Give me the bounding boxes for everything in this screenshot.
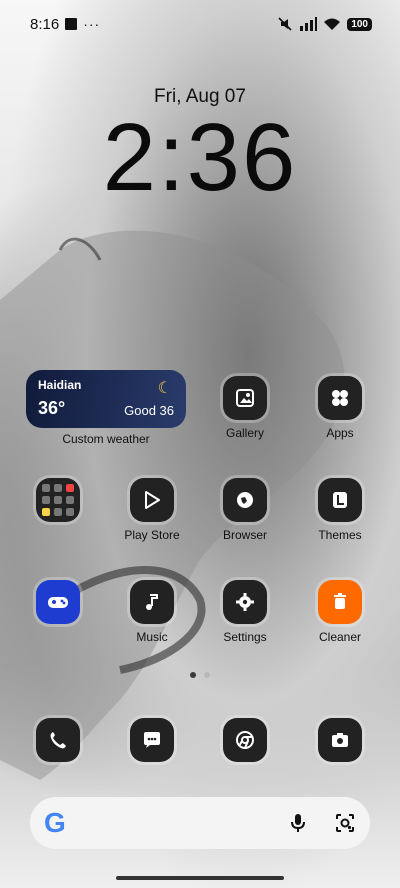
dock-phone[interactable] xyxy=(13,718,103,762)
more-notifications-icon: ··· xyxy=(83,16,101,32)
app-settings[interactable]: Settings xyxy=(200,580,290,644)
app-label: Gallery xyxy=(225,426,264,440)
lock-clock: 2:36 xyxy=(102,104,298,211)
app-play-store[interactable]: Play Store xyxy=(107,478,197,542)
app-music[interactable]: Music xyxy=(107,580,197,644)
status-bar: 8:16 ··· 100 xyxy=(30,14,372,34)
dock-messages[interactable] xyxy=(107,718,197,762)
microphone-icon[interactable] xyxy=(288,812,308,834)
dock-chrome[interactable] xyxy=(200,718,290,762)
trash-icon xyxy=(318,580,362,624)
page-dot-active xyxy=(190,672,196,678)
app-label: Themes xyxy=(318,528,362,542)
search-bar[interactable]: G xyxy=(30,797,370,849)
app-browser[interactable]: Browser xyxy=(200,478,290,542)
status-time: 8:16 xyxy=(30,15,60,33)
folder-icon xyxy=(36,478,80,522)
app-folder-tools[interactable] xyxy=(13,478,103,528)
page-indicator xyxy=(0,672,400,678)
themes-icon xyxy=(318,478,362,522)
chat-bubble-icon xyxy=(130,718,174,762)
play-store-icon xyxy=(130,478,174,522)
gesture-handle[interactable] xyxy=(116,876,284,880)
gear-icon xyxy=(223,580,267,624)
app-label: Browser xyxy=(222,528,267,542)
app-themes[interactable]: Themes xyxy=(295,478,385,542)
battery-indicator: 100 xyxy=(347,17,372,31)
phone-icon xyxy=(36,718,80,762)
app-label: Apps xyxy=(326,426,354,440)
signal-icon xyxy=(300,17,318,31)
app-label: Play Store xyxy=(124,528,180,542)
game-controller-icon xyxy=(36,580,80,624)
weather-widget[interactable]: Haidian 36° ☾ Good 36 xyxy=(26,370,186,428)
dock-camera[interactable] xyxy=(295,718,385,762)
notification-icon xyxy=(65,18,78,30)
moon-icon: ☾ xyxy=(157,380,172,397)
page-dot-inactive xyxy=(204,672,210,678)
app-cleaner[interactable]: Cleaner xyxy=(295,580,385,644)
lens-icon[interactable] xyxy=(334,812,356,834)
apps-icon xyxy=(318,376,362,420)
browser-icon xyxy=(223,478,267,522)
weather-widget-label: Custom weather xyxy=(62,432,150,446)
camera-icon xyxy=(318,718,362,762)
mute-icon xyxy=(278,17,292,31)
google-logo-icon: G xyxy=(44,807,66,838)
weather-condition: Good 36 xyxy=(124,403,174,418)
app-label: Music xyxy=(136,630,168,644)
weather-city: Haidian xyxy=(38,378,82,392)
app-apps[interactable]: Apps xyxy=(295,376,385,440)
app-label: Settings xyxy=(223,630,267,644)
wifi-icon xyxy=(324,18,341,30)
app-label: Cleaner xyxy=(318,630,362,644)
chrome-icon xyxy=(223,718,267,762)
app-game-center[interactable] xyxy=(13,580,103,630)
music-icon xyxy=(130,580,174,624)
gallery-icon xyxy=(223,376,267,420)
app-gallery[interactable]: Gallery xyxy=(200,376,290,440)
